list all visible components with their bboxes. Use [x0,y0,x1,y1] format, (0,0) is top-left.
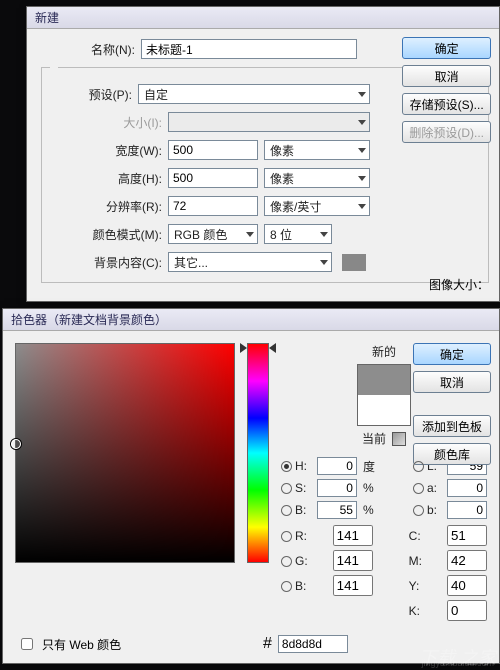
image-size-label: 图像大小： [429,276,489,293]
width-label: 宽度(W): [52,142,162,159]
background-swatch[interactable] [342,254,366,271]
chevron-down-icon [320,260,328,265]
h-input[interactable] [317,457,357,475]
cube-icon[interactable] [392,432,406,446]
ok-button[interactable]: 确定 [402,37,491,59]
hex-input[interactable] [278,635,348,653]
chevron-down-icon [358,148,366,153]
radio-bc[interactable] [281,581,292,592]
radio-b[interactable] [413,505,424,516]
dialog-title: 新建 [27,7,499,29]
radio-r[interactable] [281,531,292,542]
new-document-dialog: 新建 名称(N): 预设(P): 自定 大小(I): 宽度(W): 像素 高度(… [26,6,500,302]
delete-preset-button: 删除预设(D)... [402,121,491,143]
resolution-label: 分辨率(R): [52,198,162,215]
s-input[interactable] [317,479,357,497]
chevron-down-icon [358,176,366,181]
color-library-button[interactable]: 颜色库 [413,443,491,465]
radio-l[interactable] [413,461,424,472]
unit-pct: % [363,481,383,495]
name-label: 名称(N): [41,41,135,58]
unit-deg: 度 [363,458,383,475]
color-picker-dialog: 拾色器（新建文档背景颜色） 确定 取消 添加到色板 颜色库 新的 当前 [2,308,500,664]
chevron-down-icon [358,204,366,209]
radio-bv[interactable] [281,505,292,516]
height-unit-select[interactable]: 像素 [264,168,370,188]
width-unit-select[interactable]: 像素 [264,140,370,160]
m-input[interactable] [447,550,487,571]
r-input[interactable] [333,525,373,546]
bc-input[interactable] [333,575,373,596]
chevron-down-icon [358,120,366,125]
preview-current [358,395,410,425]
picker-ring-icon [11,439,21,449]
radio-g[interactable] [281,556,292,567]
m-label: M: [409,554,439,568]
color-preview [357,364,411,426]
size-select [168,112,370,132]
bits-select[interactable]: 8 位 [264,224,332,244]
b-input[interactable] [447,501,487,519]
add-swatch-button[interactable]: 添加到色板 [413,415,491,437]
colormode-select[interactable]: RGB 颜色 [168,224,258,244]
preview-new [358,365,410,395]
name-input[interactable] [141,39,357,59]
c-label: C: [409,529,439,543]
picker-cancel-button[interactable]: 取消 [413,371,491,393]
preset-select[interactable]: 自定 [138,84,370,104]
size-label: 大小(I): [52,114,162,131]
hue-slider[interactable] [247,343,269,563]
chevron-down-icon [246,232,254,237]
chevron-down-icon [358,92,366,97]
preset-label: 预设(P): [52,86,132,103]
background-select[interactable]: 其它... [168,252,332,272]
colormode-label: 颜色模式(M): [52,226,162,243]
bv-input[interactable] [317,501,357,519]
resolution-unit-select[interactable]: 像素/英寸 [264,196,370,216]
height-label: 高度(H): [52,170,162,187]
picker-buttons: 确定 取消 添加到色板 颜色库 [413,343,491,465]
new-label: 新的 [372,343,396,360]
a-input[interactable] [447,479,487,497]
k-label: K: [409,604,439,618]
new-dialog-buttons: 确定 取消 存储预设(S)... 删除预设(D)... [402,37,491,143]
radio-a[interactable] [413,483,424,494]
radio-s[interactable] [281,483,292,494]
width-input[interactable] [168,140,258,160]
y-label: Y: [409,579,439,593]
current-label: 当前 [362,430,386,447]
chevron-down-icon [320,232,328,237]
c-input[interactable] [447,525,487,546]
picker-title: 拾色器（新建文档背景颜色） [3,309,499,331]
saturation-value-field[interactable] [15,343,235,563]
k-input[interactable] [447,600,487,621]
radio-h[interactable] [281,461,292,472]
picker-ok-button[interactable]: 确定 [413,343,491,365]
cancel-button[interactable]: 取消 [402,65,491,87]
height-input[interactable] [168,168,258,188]
background-label: 背景内容(C): [52,254,162,271]
hex-label: # [263,635,272,653]
resolution-input[interactable] [168,196,258,216]
save-preset-button[interactable]: 存储预设(S)... [402,93,491,115]
y-input[interactable] [447,575,487,596]
g-input[interactable] [333,550,373,571]
unit-pct2: % [363,503,383,517]
web-only-checkbox[interactable] [21,638,33,650]
web-only-label: 只有 Web 颜色 [42,636,121,653]
